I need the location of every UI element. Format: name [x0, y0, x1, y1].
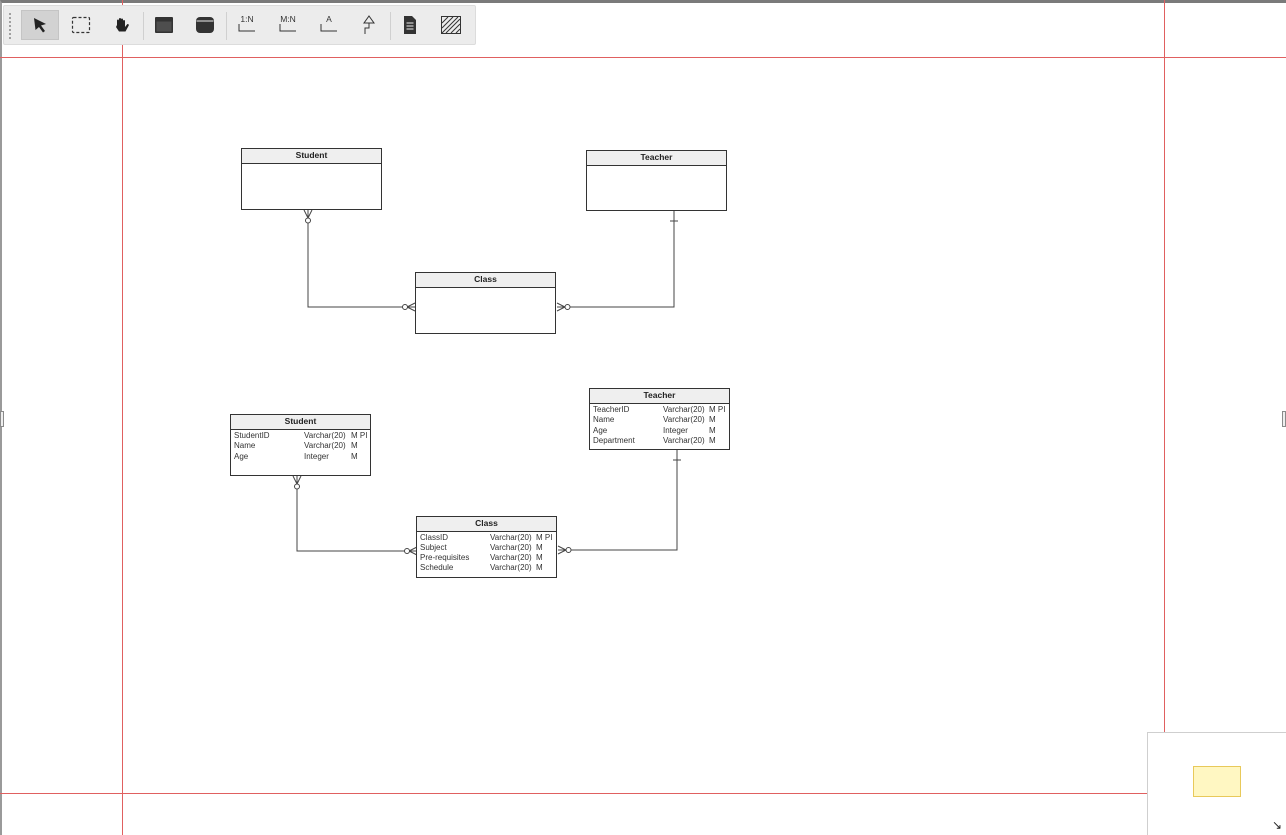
- attribute-type: Varchar(20): [663, 436, 705, 445]
- attribute-flags: M PI: [709, 405, 726, 414]
- attribute-type: Varchar(20): [304, 441, 346, 450]
- attribute-name: Department: [593, 436, 635, 445]
- relationship-teacher-class: [557, 211, 675, 308]
- overview-minimap[interactable]: ↘: [1147, 732, 1286, 835]
- entity-title: Student: [242, 149, 381, 164]
- attribute-flags: M: [351, 452, 358, 461]
- entity-student-detailed[interactable]: Student StudentID Varchar(20) M PI Name …: [230, 414, 371, 476]
- optional-circle: [402, 304, 408, 310]
- attribute-type: Varchar(20): [490, 533, 532, 542]
- attribute-type: Varchar(20): [490, 553, 532, 562]
- optional-circle: [565, 547, 572, 553]
- attribute-type: Varchar(20): [304, 431, 346, 440]
- optional-circle: [404, 548, 410, 554]
- attribute-flags: M: [351, 441, 358, 450]
- attribute-type: Varchar(20): [490, 543, 532, 552]
- attribute-name: Name: [234, 441, 256, 450]
- attribute-flags: M: [536, 543, 543, 552]
- relationship-student-class: [296, 476, 417, 552]
- attribute-type: Integer: [304, 452, 329, 461]
- attribute-name: Subject: [420, 543, 447, 552]
- optional-circle: [294, 483, 300, 490]
- attribute-flags: M PI: [351, 431, 368, 440]
- entity-student[interactable]: Student: [241, 148, 382, 210]
- entity-title: Teacher: [590, 389, 729, 404]
- attribute-flags: M: [536, 553, 543, 562]
- attribute-name: TeacherID: [593, 405, 630, 414]
- attribute-name: Age: [593, 426, 608, 435]
- attribute-type: Varchar(20): [490, 563, 532, 572]
- attribute-flags: M: [709, 426, 716, 435]
- attribute-name: Schedule: [420, 563, 454, 572]
- attribute-name: StudentID: [234, 431, 270, 440]
- attribute-flags: M: [709, 436, 716, 445]
- entity-title: Class: [417, 517, 556, 532]
- attribute-name: Age: [234, 452, 249, 461]
- relationship-teacher-class: [558, 450, 678, 551]
- entity-title: Teacher: [587, 151, 726, 166]
- entity-class[interactable]: Class: [415, 272, 556, 334]
- entity-title: Class: [416, 273, 555, 288]
- resize-arrow-icon[interactable]: ↘: [1272, 818, 1282, 832]
- attribute-name: ClassID: [420, 533, 449, 542]
- relationship-student-class: [307, 210, 415, 308]
- entity-title: Student: [231, 415, 370, 430]
- attribute-type: Integer: [663, 426, 688, 435]
- attribute-name: Pre-requisites: [420, 553, 470, 562]
- optional-circle: [305, 217, 311, 224]
- optional-circle: [564, 304, 571, 310]
- entity-teacher-detailed[interactable]: Teacher TeacherID Varchar(20) M PI Name …: [589, 388, 730, 450]
- attribute-flags: M: [709, 415, 716, 424]
- attribute-type: Varchar(20): [663, 415, 705, 424]
- attribute-flags: M PI: [536, 533, 553, 542]
- attribute-name: Name: [593, 415, 615, 424]
- minimap-viewport[interactable]: [1193, 766, 1241, 797]
- attribute-type: Varchar(20): [663, 405, 705, 414]
- attribute-flags: M: [536, 563, 543, 572]
- entity-teacher[interactable]: Teacher: [586, 150, 727, 211]
- entity-class-detailed[interactable]: Class ClassID Varchar(20) M PI Subject V…: [416, 516, 557, 578]
